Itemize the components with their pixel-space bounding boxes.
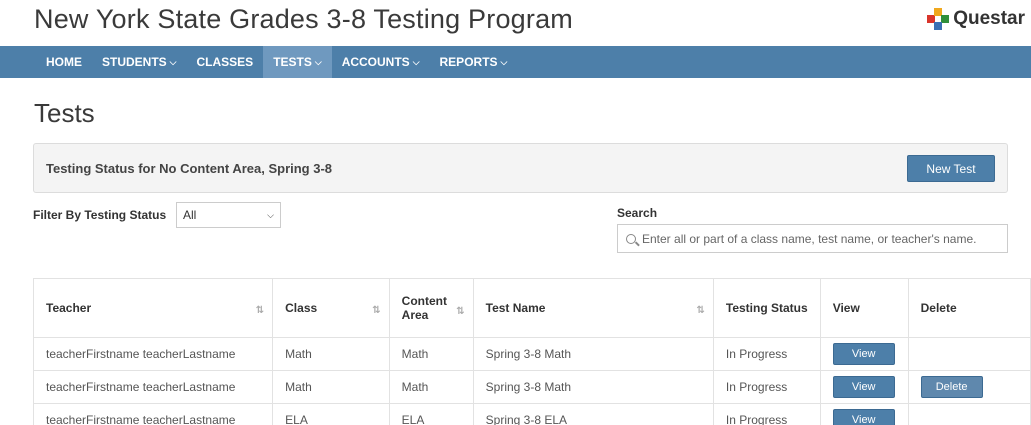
- class-header-label: Class: [285, 301, 318, 315]
- view-cell: View: [819, 370, 909, 404]
- delete-cell: [907, 337, 1031, 371]
- column-header-testing-status[interactable]: Testing Status: [712, 278, 821, 338]
- nav-reports[interactable]: REPORTS ⌵: [430, 46, 518, 78]
- delete-cell: [907, 403, 1031, 425]
- nav-reports-label: REPORTS: [439, 55, 498, 69]
- delete-header-label: Delete: [920, 301, 957, 315]
- view-button[interactable]: View: [832, 376, 895, 398]
- logo-text: Questar: [953, 8, 1025, 29]
- nav-home-label: HOME: [46, 55, 82, 69]
- sort-icon: ⇅: [255, 305, 265, 316]
- status-cell: In Progress: [712, 337, 821, 371]
- tests-table: Teacher ⇅ Class ⇅ Content Area ⇅ Test Name ⇅…: [32, 278, 1031, 425]
- test-name-cell: Spring 3-8 Math: [472, 370, 714, 404]
- content-area-cell: Math: [388, 337, 474, 371]
- app-header: New York State Grades 3-8 Testing Progra…: [0, 0, 1031, 48]
- table-row: teacherFirstname teacherLastname Math Ma…: [32, 370, 1031, 404]
- column-header-test-name[interactable]: Test Name ⇅: [472, 278, 714, 338]
- chevron-down-icon: ⌵: [314, 56, 322, 67]
- view-header-label: View: [832, 301, 860, 315]
- content-area-header-label: Content Area: [401, 294, 447, 322]
- testing-status-select[interactable]: All ⌵: [176, 202, 281, 228]
- view-button[interactable]: View: [832, 343, 895, 365]
- column-header-view: View: [819, 278, 909, 338]
- search-input[interactable]: [642, 231, 1002, 246]
- chevron-down-icon: ⌵: [267, 209, 274, 220]
- test-name-header-label: Test Name: [485, 301, 546, 315]
- sort-icon: ⇅: [372, 305, 381, 316]
- app-title: New York State Grades 3-8 Testing Progra…: [34, 4, 573, 34]
- page-title: Tests: [34, 98, 95, 128]
- teacher-cell: teacherFirstname teacherLastname: [32, 337, 274, 371]
- chevron-down-icon: ⌵: [412, 56, 420, 67]
- testing-status-header-label: Testing Status: [725, 301, 808, 315]
- nav-tests-label: TESTS: [273, 55, 312, 69]
- column-header-content-area[interactable]: Content Area ⇅: [388, 278, 474, 338]
- table-row: teacherFirstname teacherLastname ELA ELA…: [32, 403, 1031, 425]
- nav-students-label: STUDENTS: [102, 55, 167, 69]
- teacher-cell: teacherFirstname teacherLastname: [32, 403, 274, 425]
- search-label: Search: [617, 206, 658, 220]
- class-cell: ELA: [272, 403, 390, 425]
- status-cell: In Progress: [712, 370, 821, 404]
- view-cell: View: [819, 337, 909, 371]
- nav-tests[interactable]: TESTS ⌵: [263, 46, 332, 78]
- content-area-cell: ELA: [388, 403, 474, 425]
- logo-mark-icon: [927, 8, 950, 30]
- sort-icon: ⇅: [696, 305, 705, 316]
- filter-selected-value: All: [183, 208, 197, 222]
- class-cell: Math: [272, 337, 390, 371]
- class-cell: Math: [272, 370, 390, 404]
- nav-accounts[interactable]: ACCOUNTS ⌵: [332, 46, 430, 78]
- view-button[interactable]: View: [832, 409, 895, 425]
- column-header-class[interactable]: Class ⇅: [272, 278, 390, 338]
- table-row: teacherFirstname teacherLastname Math Ma…: [32, 337, 1031, 371]
- test-name-cell: Spring 3-8 ELA: [472, 403, 714, 425]
- nav-students[interactable]: STUDENTS ⌵: [92, 46, 187, 78]
- sort-icon: ⇅: [456, 306, 465, 317]
- content-area-cell: Math: [388, 370, 474, 404]
- questar-logo[interactable]: Questar: [927, 8, 1025, 30]
- status-cell: In Progress: [712, 403, 821, 425]
- chevron-down-icon: ⌵: [169, 56, 177, 67]
- search-icon: [626, 233, 636, 244]
- nav-accounts-label: ACCOUNTS: [341, 55, 410, 69]
- new-test-button[interactable]: New Test: [907, 155, 995, 182]
- delete-cell: Delete: [907, 370, 1031, 404]
- test-name-cell: Spring 3-8 Math: [472, 337, 714, 371]
- view-cell: View: [819, 403, 909, 425]
- delete-button[interactable]: Delete: [920, 376, 983, 398]
- table-header-row: Teacher ⇅ Class ⇅ Content Area ⇅ Test Name ⇅…: [32, 278, 1031, 338]
- nav-home[interactable]: HOME: [36, 46, 92, 78]
- nav-classes-label: CLASSES: [196, 55, 254, 69]
- testing-status-text: Testing Status for No Content Area, Spri…: [46, 161, 333, 176]
- filter-label: Filter By Testing Status: [33, 208, 167, 222]
- teacher-header-label: Teacher: [46, 301, 92, 315]
- column-header-delete: Delete: [907, 278, 1031, 338]
- teacher-cell: teacherFirstname teacherLastname: [32, 370, 274, 404]
- column-header-teacher[interactable]: Teacher ⇅: [32, 278, 274, 338]
- nav-classes[interactable]: CLASSES: [187, 46, 264, 78]
- chevron-down-icon: ⌵: [500, 56, 508, 67]
- main-nav: HOME STUDENTS ⌵ CLASSES TESTS ⌵ ACCOUNTS ⌵ …: [0, 46, 1031, 78]
- testing-status-panel: Testing Status for No Content Area, Spri…: [33, 143, 1008, 193]
- search-box[interactable]: [617, 224, 1008, 253]
